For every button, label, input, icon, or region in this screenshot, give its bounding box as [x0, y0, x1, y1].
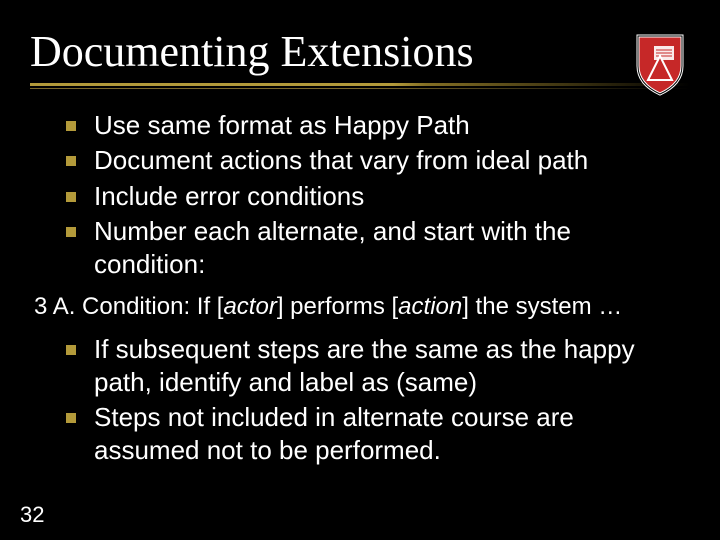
page-number: 32 — [20, 502, 44, 528]
condition-action: action — [398, 293, 462, 320]
bullet-list-top: Use same format as Happy Path Document a… — [30, 109, 690, 281]
content-area: Use same format as Happy Path Document a… — [30, 109, 690, 468]
condition-suffix: ] the system … — [462, 293, 622, 320]
list-item: Include error conditions — [66, 180, 686, 213]
condition-prefix: 3 A. Condition: If [ — [34, 293, 223, 320]
list-item: Document actions that vary from ideal pa… — [66, 144, 686, 177]
condition-line: 3 A. Condition: If [actor] performs [act… — [34, 291, 690, 322]
slide: Documenting Extensions Use same format a… — [0, 0, 720, 540]
list-item: Number each alternate, and start with th… — [66, 215, 686, 282]
divider-bottom — [30, 88, 690, 89]
bullet-list-bottom: If subsequent steps are the same as the … — [30, 333, 690, 468]
slide-title: Documenting Extensions — [30, 26, 690, 77]
logo-shield-icon — [634, 32, 686, 96]
list-item: If subsequent steps are the same as the … — [66, 333, 686, 400]
list-item: Use same format as Happy Path — [66, 109, 686, 142]
list-item: Steps not included in alternate course a… — [66, 401, 686, 468]
divider-top — [30, 83, 690, 86]
condition-mid: ] performs [ — [277, 293, 398, 320]
condition-actor: actor — [223, 293, 276, 320]
